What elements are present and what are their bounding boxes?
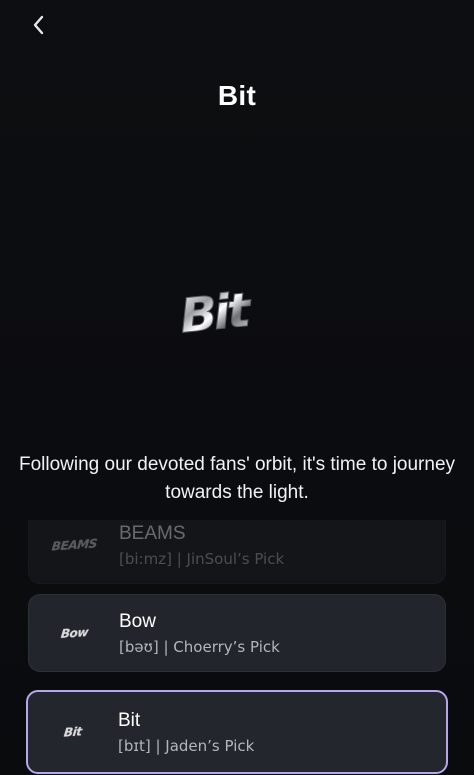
item-logo: Bit bbox=[63, 724, 83, 740]
album-detail-screen: Bit Bit Following our devoted fans' orbi… bbox=[0, 0, 474, 775]
list-item[interactable]: BEAMS BEAMS [bi:mz] | JinSoul’s Pick bbox=[28, 520, 446, 584]
item-title: Bow bbox=[119, 610, 156, 632]
item-title: BEAMS bbox=[119, 522, 186, 544]
item-title: Bit bbox=[118, 709, 141, 731]
item-subtitle: [bi:mz] | JinSoul’s Pick bbox=[119, 549, 285, 568]
list-item[interactable]: Bow Bow [bəʊ] | Choerry’s Pick bbox=[28, 594, 446, 672]
item-logo: Bow bbox=[59, 625, 89, 641]
hero-logo-text: Bit bbox=[177, 282, 254, 342]
list-item-selected[interactable]: Bit Bit [bɪt] | Jaden’s Pick bbox=[26, 690, 448, 774]
chevron-left-icon bbox=[31, 14, 45, 36]
description-text: Following our devoted fans' orbit, it's … bbox=[18, 454, 456, 503]
hero-logo: Bit bbox=[167, 270, 297, 345]
item-logo: BEAMS bbox=[50, 536, 98, 554]
page-title: Bit bbox=[217, 80, 257, 111]
track-list: BEAMS BEAMS [bi:mz] | JinSoul’s Pick Bow… bbox=[0, 520, 474, 775]
item-subtitle: [bɪt] | Jaden’s Pick bbox=[118, 736, 255, 755]
back-button[interactable] bbox=[24, 10, 52, 40]
item-subtitle: [bəʊ] | Choerry’s Pick bbox=[119, 637, 280, 656]
